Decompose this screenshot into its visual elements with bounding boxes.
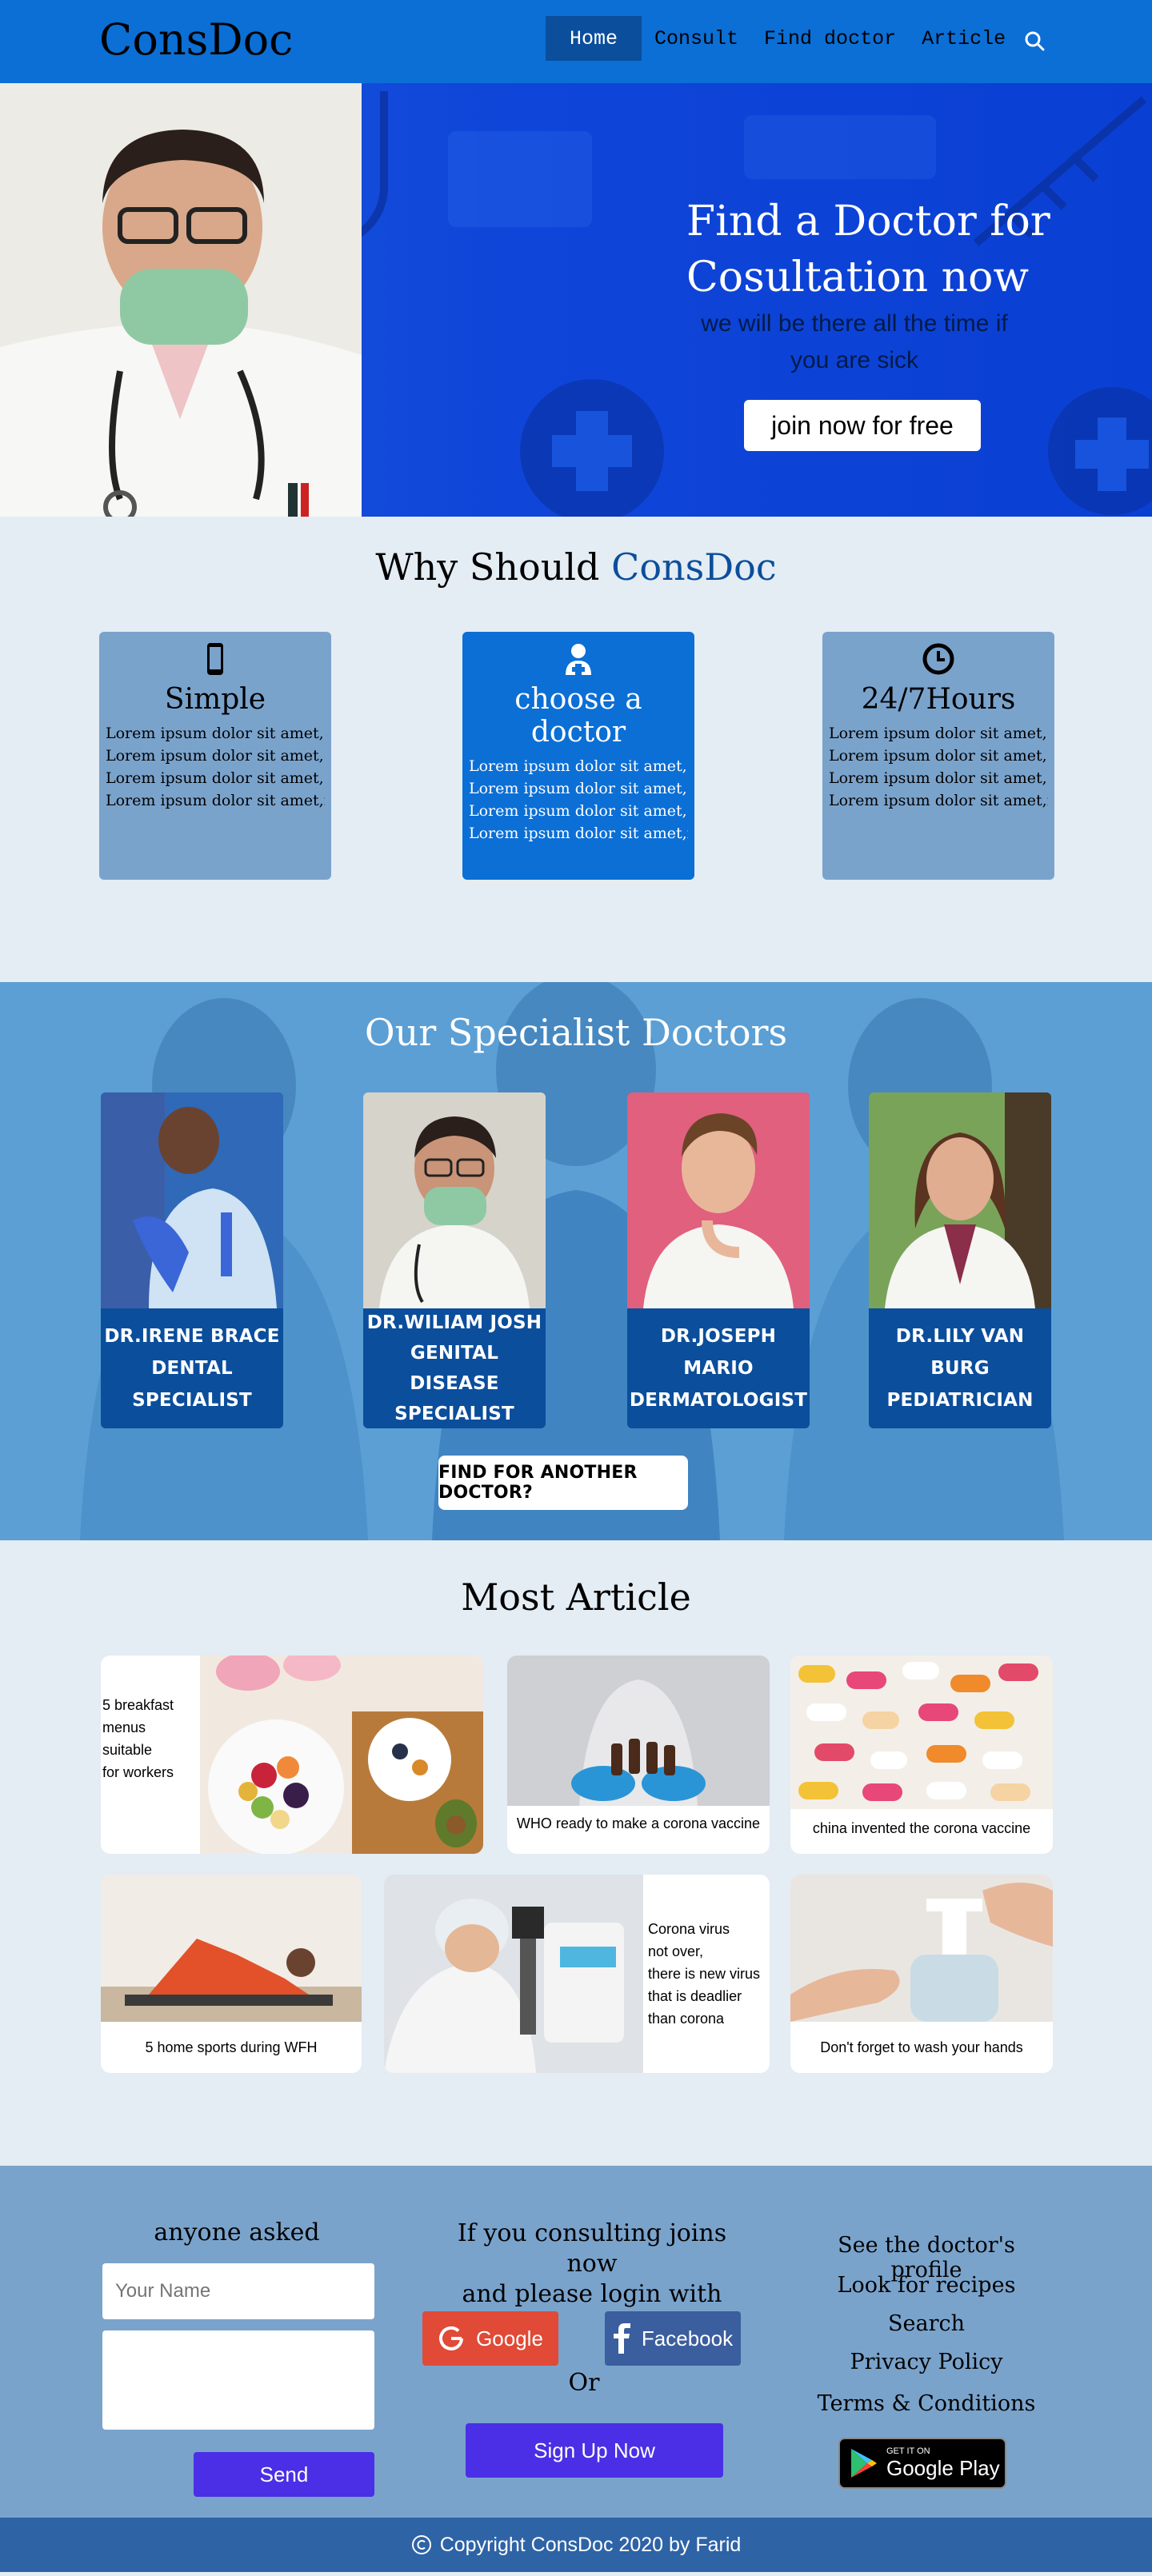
specialists-title: Our Specialist Doctors (364, 1011, 788, 1054)
why-card-title: Simple (164, 683, 266, 716)
doctor-specialty: DENTAL SPECIALIST (132, 1358, 252, 1411)
article-image (790, 1875, 1053, 2022)
copyright-text: Copyright ConsDoc 2020 by Farid (439, 2533, 742, 2556)
search-icon[interactable] (1024, 30, 1045, 51)
why-card-title: 24/7Hours (861, 683, 1016, 716)
article-image (384, 1875, 643, 2073)
article-caption: 5 breakfast menus suitable for workers (102, 1697, 174, 1780)
copyright-bar: Copyright ConsDoc 2020 by Farid (0, 2518, 1152, 2572)
mobile-phone-icon (207, 643, 223, 675)
article-caption: WHO ready to make a corona vaccine (516, 1815, 761, 1831)
hero-banner: Find a Doctor for Cosultation now we wil… (0, 83, 1152, 517)
footer-link-terms[interactable]: Terms & Conditions (806, 2391, 1046, 2416)
why-title-prefix: Why Should (375, 545, 612, 589)
nav-link-home[interactable]: Home (546, 16, 642, 61)
doctor-specialty-line-2: SPECIALIST (394, 1404, 514, 1424)
article-card-wash-hands[interactable]: Don't forget to wash your hands (790, 1875, 1053, 2073)
google-login-button[interactable]: Google (422, 2311, 558, 2366)
doctor-card-joseph-mario[interactable]: DR.JOSEPH MARIO DERMATOLOGIST (627, 1092, 810, 1428)
doctor-photo (101, 1092, 283, 1308)
sign-up-button[interactable]: Sign Up Now (466, 2423, 723, 2478)
specialists-section: Our Specialist Doctors DR.IRENE BRACE DE… (0, 982, 1152, 1540)
doctor-icon (566, 644, 591, 675)
hero-subtitle: we will be there all the time if you are… (701, 310, 1008, 373)
why-section: Why Should ConsDoc Simple Lorem ipsum do… (0, 517, 1152, 982)
doctor-info: DR.WILIAM JOSH GENITAL DISEASE SPECIALIS… (363, 1308, 546, 1428)
google-icon (439, 2326, 464, 2350)
doctor-name: DR.IRENE BRACE (104, 1326, 280, 1347)
facebook-login-button[interactable]: Facebook (605, 2311, 741, 2366)
doctor-info: DR.LILY VAN BURG PEDIATRICIAN (869, 1308, 1051, 1428)
nav-link-article[interactable]: Article (909, 16, 1018, 61)
doctor-photo (363, 1092, 546, 1308)
site-logo[interactable]: ConsDoc (99, 16, 293, 64)
article-image (200, 1655, 483, 1854)
play-badge-small-text: GET IT ON (886, 2446, 930, 2456)
or-text: Or (568, 2369, 600, 2397)
play-badge-big-text: Google Play (886, 2455, 1000, 2480)
article-image (101, 1875, 362, 2022)
footer-link-recipes[interactable]: Look for recipes (806, 2273, 1046, 2298)
doctor-specialty: GENITAL DISEASE (410, 1343, 499, 1394)
nav-link-consult[interactable]: Consult (642, 16, 751, 61)
why-card-text: Lorem ipsum dolor sit amet, Lorem ipsum d… (106, 725, 325, 809)
article-card-china-vaccine[interactable]: china invented the corona vaccine (790, 1655, 1053, 1854)
contact-title: anyone asked (154, 2219, 320, 2247)
nav-link-find-doctor[interactable]: Find doctor (751, 16, 909, 61)
doctor-info: DR.JOSEPH MARIO DERMATOLOGIST (627, 1308, 810, 1428)
doctor-name: DR.WILIAM JOSH (366, 1312, 542, 1333)
doctor-card-lily-van-burg[interactable]: DR.LILY VAN BURG PEDIATRICIAN (869, 1092, 1051, 1428)
login-title: If you consulting joins now and please lo… (457, 2219, 727, 2308)
doctor-card-wiliam-josh[interactable]: DR.WILIAM JOSH GENITAL DISEASE SPECIALIS… (363, 1092, 546, 1428)
article-caption: Don't forget to wash your hands (820, 2039, 1023, 2055)
hero-title: Find a Doctor for Cosultation now (686, 198, 1050, 302)
doctor-name: DR.JOSEPH MARIO (660, 1326, 777, 1379)
why-title-brand: ConsDoc (611, 545, 777, 589)
doctor-specialty: DERMATOLOGIST (629, 1390, 808, 1411)
message-textarea[interactable] (102, 2330, 374, 2430)
why-card-text: Lorem ipsum dolor sit amet, Lorem ipsum d… (469, 757, 688, 842)
nav-links: Home Consult Find doctor Article (546, 16, 1018, 61)
copyright-icon (411, 2535, 431, 2554)
article-image (507, 1655, 770, 1806)
send-button[interactable]: Send (194, 2452, 374, 2497)
doctor-photo (627, 1092, 810, 1308)
clock-icon (922, 643, 954, 675)
article-card-who-vaccine[interactable]: WHO ready to make a corona vaccine (507, 1655, 770, 1854)
hero-doctor-photo (0, 83, 362, 517)
article-image (790, 1655, 1053, 1809)
doctor-specialty: PEDIATRICIAN (886, 1390, 1034, 1411)
footer: anyone asked Send If you consulting join… (0, 2166, 1152, 2518)
why-card-simple: Simple Lorem ipsum dolor sit amet, Lorem … (99, 632, 331, 880)
why-card-24-7-hours: 24/7Hours Lorem ipsum dolor sit amet, Lor… (822, 632, 1054, 880)
doctor-info: DR.IRENE BRACE DENTAL SPECIALIST (101, 1308, 283, 1428)
article-card-home-sports[interactable]: 5 home sports during WFH (101, 1875, 362, 2073)
join-now-button[interactable]: join now for free (744, 400, 981, 451)
top-navbar: ConsDoc Home Consult Find doctor Article (0, 0, 1152, 83)
why-card-text: Lorem ipsum dolor sit amet, Lorem ipsum d… (829, 725, 1048, 809)
article-caption: 5 home sports during WFH (145, 2039, 318, 2055)
articles-section: Most Article 5 breakfast menus suitable for… (0, 1540, 1152, 2166)
facebook-icon (613, 2323, 630, 2354)
doctor-card-irene-brace[interactable]: DR.IRENE BRACE DENTAL SPECIALIST (101, 1092, 283, 1428)
article-caption: china invented the corona vaccine (812, 1820, 1031, 1836)
footer-link-privacy[interactable]: Privacy Policy (806, 2350, 1046, 2374)
google-play-icon (851, 2449, 877, 2478)
articles-title: Most Article (461, 1576, 691, 1619)
find-another-doctor-button[interactable]: FIND FOR ANOTHER DOCTOR? (438, 1456, 688, 1510)
article-card-new-virus[interactable]: Corona virus not over, there is new virus t… (384, 1875, 770, 2073)
article-caption: Corona virus not over, there is new virus t… (648, 1921, 761, 2027)
article-card-breakfast[interactable]: 5 breakfast menus suitable for workers (101, 1655, 483, 1854)
why-card-choose-doctor: choose a doctor Lorem ipsum dolor sit am… (462, 632, 694, 880)
why-card-title: choose a doctor (514, 683, 642, 749)
why-title: Why Should ConsDoc (0, 545, 1152, 589)
doctor-photo (869, 1092, 1051, 1308)
doctor-name: DR.LILY VAN BURG (895, 1326, 1025, 1379)
footer-link-search[interactable]: Search (806, 2311, 1046, 2336)
name-input[interactable] (102, 2263, 374, 2319)
google-play-badge[interactable]: GET IT ON Google Play (838, 2438, 1006, 2489)
